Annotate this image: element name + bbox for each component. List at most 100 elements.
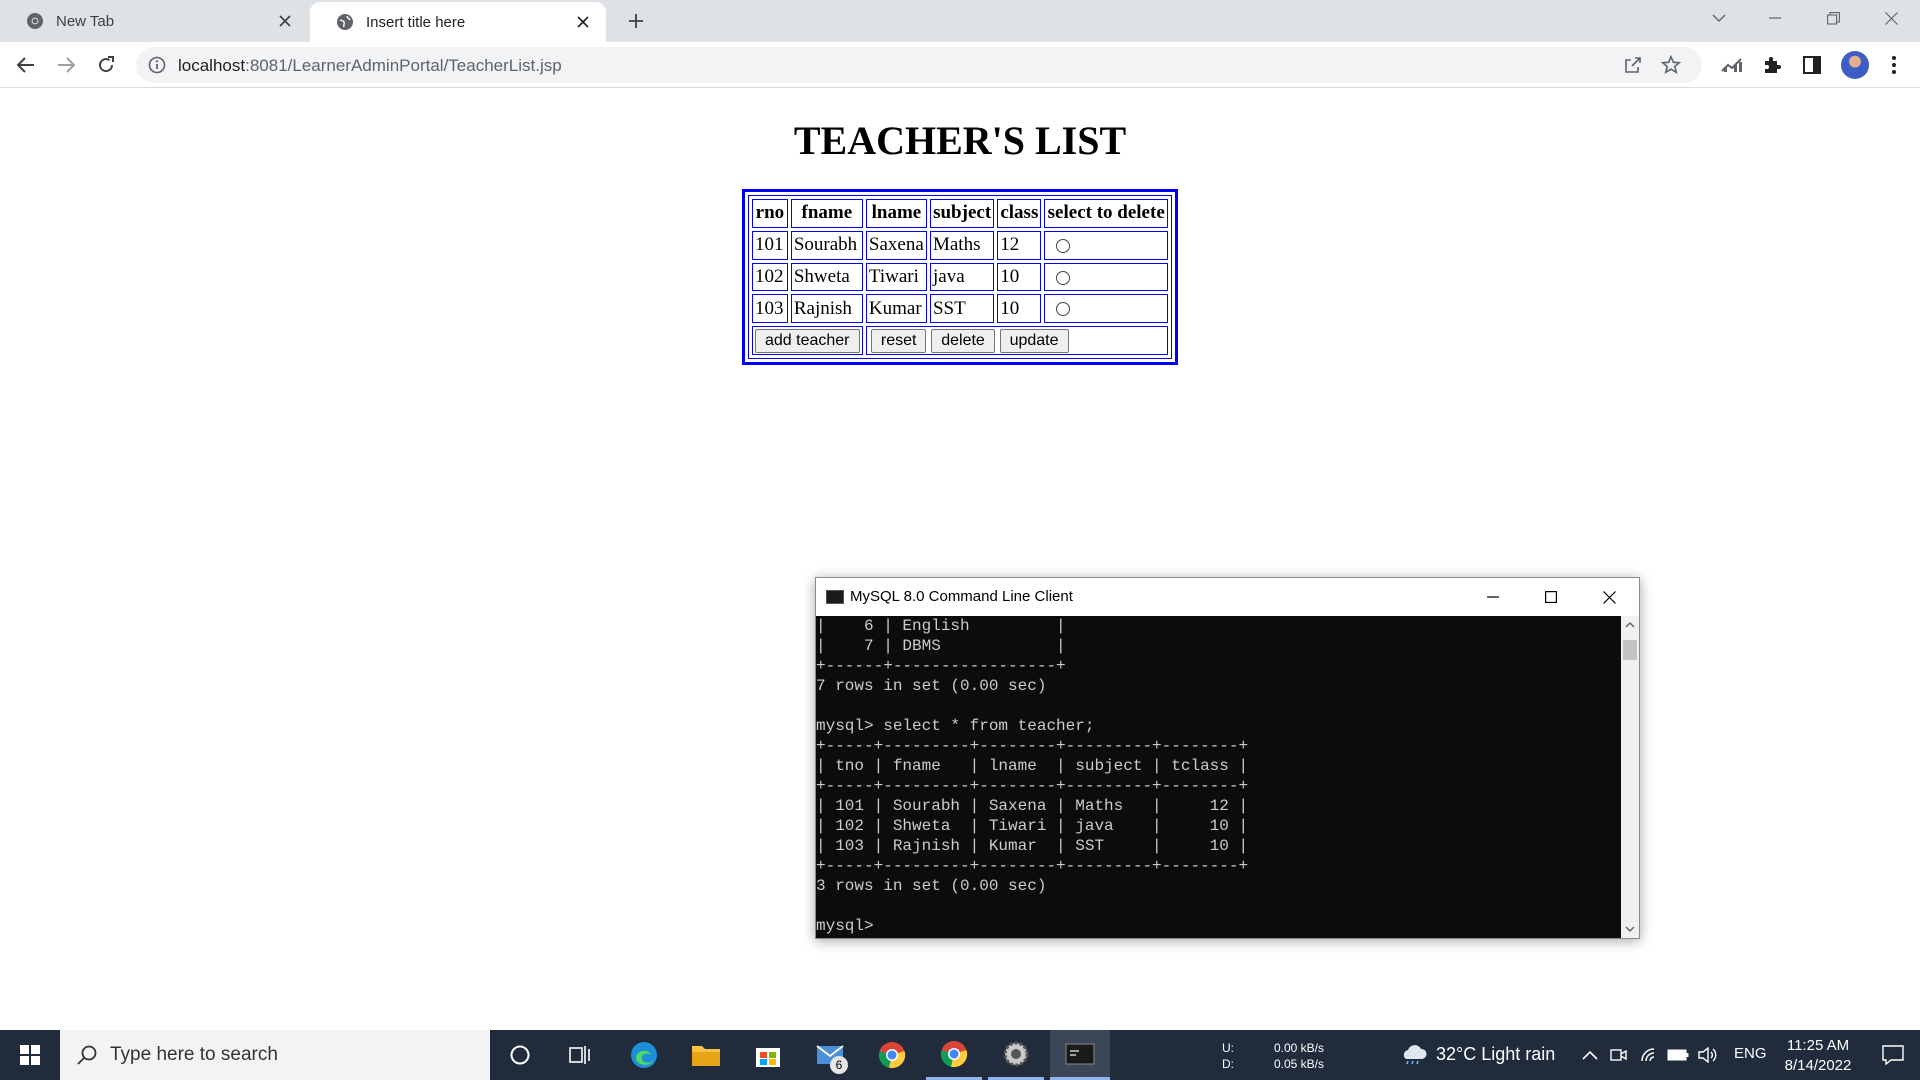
chrome-icon: [27, 13, 43, 29]
globe-icon: [337, 14, 353, 30]
column-header-fname: fname: [790, 199, 863, 228]
back-icon[interactable]: [10, 49, 42, 81]
select-to-delete-radio[interactable]: [1056, 302, 1071, 317]
search-placeholder: Type here to search: [110, 1044, 278, 1065]
browser-toolbar: localhost:8081/LearnerAdminPortal/Teache…: [0, 42, 1920, 88]
microsoft-store-icon[interactable]: [740, 1030, 796, 1080]
minimize-icon[interactable]: [1752, 0, 1798, 36]
cell-select: [1044, 294, 1168, 324]
windows-start-icon[interactable]: [0, 1030, 60, 1080]
mail-badge: 6: [830, 1056, 848, 1074]
cell-lname: Tiwari: [865, 262, 927, 292]
select-to-delete-radio[interactable]: [1056, 238, 1071, 253]
scroll-up-icon[interactable]: [1621, 616, 1639, 634]
bookmark-star-icon[interactable]: [1660, 54, 1682, 76]
taskbar-search-box[interactable]: Type here to search: [60, 1030, 490, 1080]
profile-avatar[interactable]: [1841, 51, 1869, 79]
delete-button[interactable]: delete: [931, 328, 995, 353]
mysql-console-icon: [826, 590, 844, 604]
add-teacher-cell: add teacher: [752, 326, 863, 355]
mysql-console-taskbar-icon[interactable]: [1050, 1030, 1110, 1080]
language-indicator[interactable]: ENG: [1734, 1045, 1767, 1062]
battery-icon[interactable]: [1666, 1043, 1690, 1067]
column-header-lname: lname: [865, 199, 927, 228]
tab-new-tab[interactable]: New Tab: [0, 0, 308, 42]
column-header-rno: rno: [752, 199, 788, 228]
cell-select: [1044, 230, 1168, 260]
cell-select: [1044, 262, 1168, 292]
task-view-icon[interactable]: [552, 1030, 608, 1080]
teacher-table: rno fname lname subject class select to …: [748, 195, 1172, 359]
mysql-console-window[interactable]: MySQL 8.0 Command Line Client | 6 | Engl…: [815, 577, 1640, 939]
cell-rno: 103: [752, 294, 788, 324]
menu-kebab-icon[interactable]: [1882, 53, 1906, 77]
scroll-thumb[interactable]: [1623, 640, 1637, 660]
forward-icon[interactable]: [50, 49, 82, 81]
cell-class: 12: [997, 230, 1042, 260]
volume-icon[interactable]: [1696, 1043, 1720, 1067]
download-speed: 0.05 kB/s: [1273, 1057, 1324, 1071]
console-maximize-icon[interactable]: [1522, 578, 1580, 616]
tab-search-icon[interactable]: [1696, 0, 1742, 36]
chrome-running-icon[interactable]: [926, 1030, 982, 1080]
console-line: | 6 | English |: [816, 617, 1066, 635]
extensions-puzzle-icon[interactable]: [1760, 53, 1784, 77]
table-actions-row: add teacher reset delete update: [752, 326, 1168, 355]
scroll-down-icon[interactable]: [1621, 920, 1639, 938]
cell-lname: Kumar: [865, 294, 927, 324]
column-header-subject: subject: [929, 199, 995, 228]
tab-title: New Tab: [56, 12, 115, 30]
console-line: +-----+---------+--------+---------+----…: [816, 777, 1249, 795]
weather-widget[interactable]: 32°C Light rain: [1398, 1042, 1555, 1066]
info-icon[interactable]: [148, 56, 166, 74]
eclipse-ide-icon[interactable]: [988, 1030, 1044, 1080]
cell-subject: SST: [929, 294, 995, 324]
close-tab-icon[interactable]: [274, 10, 296, 32]
address-bar[interactable]: localhost:8081/LearnerAdminPortal/Teache…: [136, 47, 1702, 83]
update-button[interactable]: update: [999, 328, 1069, 353]
console-close-icon[interactable]: [1580, 578, 1638, 616]
notification-icon[interactable]: [1866, 1030, 1920, 1080]
new-tab-button[interactable]: [622, 7, 650, 35]
clock-time: 11:25 AM: [1786, 1037, 1850, 1054]
add-teacher-button[interactable]: add teacher: [755, 328, 860, 353]
console-titlebar[interactable]: MySQL 8.0 Command Line Client: [816, 578, 1639, 616]
console-output[interactable]: | 6 | English | | 7 | DBMS | +------+---…: [816, 616, 1621, 938]
console-minimize-icon[interactable]: [1464, 578, 1522, 616]
reset-button[interactable]: reset: [870, 328, 927, 353]
console-scrollbar[interactable]: [1621, 616, 1639, 938]
console-line: mysql> select * from teacher;: [816, 717, 1095, 735]
cell-subject: Maths: [929, 230, 995, 260]
tab-insert-title[interactable]: Insert title here: [310, 2, 606, 42]
console-line: | 101 | Sourabh | Saxena | Maths | 12 |: [816, 797, 1249, 815]
close-tab-icon[interactable]: [572, 11, 594, 33]
tab-title: Insert title here: [366, 13, 466, 31]
reload-icon[interactable]: [90, 49, 122, 81]
clock-date: 8/14/2022: [1784, 1057, 1852, 1074]
url-path: :8081/LearnerAdminPortal/TeacherList.jsp: [245, 56, 562, 75]
performance-icon[interactable]: [1720, 53, 1744, 77]
restore-icon[interactable]: [1810, 0, 1856, 36]
console-line: | 102 | Shweta | Tiwari | java | 10 |: [816, 817, 1249, 835]
chevron-up-icon[interactable]: [1578, 1043, 1602, 1067]
select-to-delete-radio[interactable]: [1056, 270, 1071, 285]
page-content: TEACHER'S LIST rno fname lname subject c…: [0, 89, 1920, 1029]
cell-class: 10: [997, 262, 1042, 292]
console-title: MySQL 8.0 Command Line Client: [850, 588, 1073, 605]
column-header-class: class: [997, 199, 1042, 228]
file-explorer-icon[interactable]: [678, 1030, 734, 1080]
console-prompt[interactable]: mysql>: [816, 916, 1621, 936]
side-panel-icon[interactable]: [1800, 53, 1824, 77]
console-line: | 103 | Rajnish | Kumar | SST | 10 |: [816, 837, 1249, 855]
mail-icon[interactable]: 6: [802, 1030, 858, 1080]
close-window-icon[interactable]: [1868, 0, 1914, 36]
wifi-icon[interactable]: [1638, 1043, 1662, 1067]
url-text[interactable]: localhost:8081/LearnerAdminPortal/Teache…: [178, 56, 562, 76]
cortana-icon[interactable]: [492, 1030, 548, 1080]
meet-now-icon[interactable]: [1606, 1043, 1630, 1067]
chrome-taskbar-icon[interactable]: [864, 1030, 920, 1080]
cell-fname: Sourabh: [790, 230, 863, 260]
clock[interactable]: 11:25 AM 8/14/2022: [1770, 1036, 1866, 1076]
edge-browser-icon[interactable]: [616, 1030, 672, 1080]
share-icon[interactable]: [1622, 54, 1644, 76]
